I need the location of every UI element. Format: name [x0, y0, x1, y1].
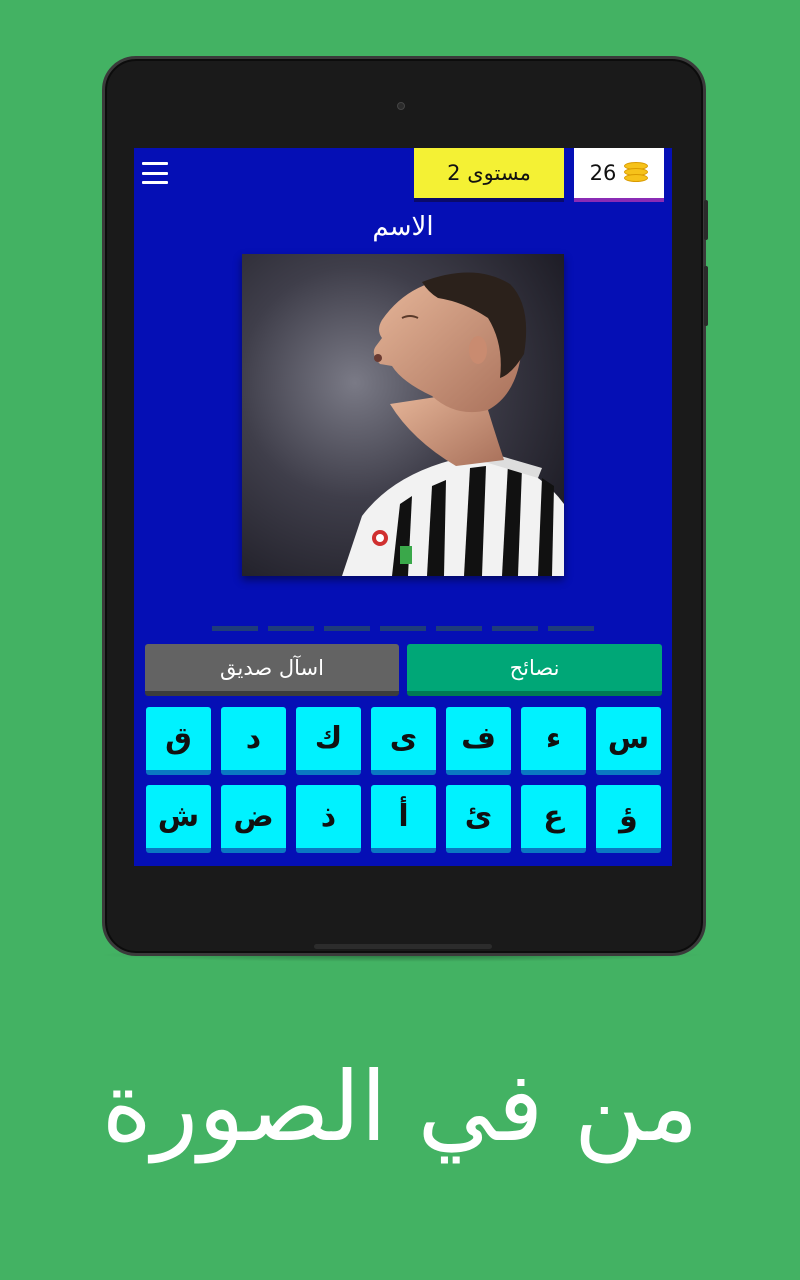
letter-key[interactable]: ق — [146, 707, 211, 775]
side-button-top — [704, 200, 708, 240]
hints-button[interactable]: نصائح — [407, 644, 662, 696]
answer-slot[interactable] — [212, 626, 258, 631]
letter-key[interactable]: س — [596, 707, 661, 775]
letter-key[interactable]: ض — [221, 785, 286, 853]
letter-key[interactable]: ؤ — [596, 785, 661, 853]
letter-key[interactable]: أ — [371, 785, 436, 853]
front-camera — [397, 102, 405, 110]
level-label: مستوى 2 — [447, 161, 531, 185]
promo-caption: من في الصورة — [101, 1051, 699, 1163]
letter-key[interactable]: ف — [446, 707, 511, 775]
answer-slot[interactable] — [548, 626, 594, 631]
answer-slot[interactable] — [492, 626, 538, 631]
letter-key[interactable]: ء — [521, 707, 586, 775]
coins-counter[interactable]: 26 — [574, 148, 664, 202]
side-button-bottom — [704, 266, 708, 326]
letter-key[interactable]: ك — [296, 707, 361, 775]
letter-key[interactable]: ش — [146, 785, 211, 853]
question-title: الاسم — [372, 212, 434, 242]
coin-stack-icon — [624, 162, 649, 184]
letter-key[interactable]: ع — [521, 785, 586, 853]
level-badge: مستوى 2 — [414, 148, 564, 202]
answer-slot[interactable] — [324, 626, 370, 631]
ask-friend-button[interactable]: اسآل صديق — [145, 644, 399, 696]
letter-key[interactable]: ذ — [296, 785, 361, 853]
hamburger-menu-icon[interactable] — [142, 162, 168, 184]
letter-key[interactable]: د — [221, 707, 286, 775]
answer-slots — [212, 626, 594, 632]
letter-key[interactable]: ى — [371, 707, 436, 775]
answer-slot[interactable] — [268, 626, 314, 631]
coins-value: 26 — [589, 161, 617, 185]
letter-keyboard: س ء ف ى ك د ق ؤ ع ئ أ ذ ض ش — [146, 707, 661, 855]
home-indicator — [314, 944, 492, 949]
letter-key[interactable]: ئ — [446, 785, 511, 853]
player-photo — [242, 254, 564, 576]
player-photo-illustration — [242, 254, 564, 576]
game-screen: مستوى 2 26 الاسم نصائح اسآل صديق س ء ف ى… — [134, 148, 672, 866]
answer-slot[interactable] — [380, 626, 426, 631]
answer-slot[interactable] — [436, 626, 482, 631]
